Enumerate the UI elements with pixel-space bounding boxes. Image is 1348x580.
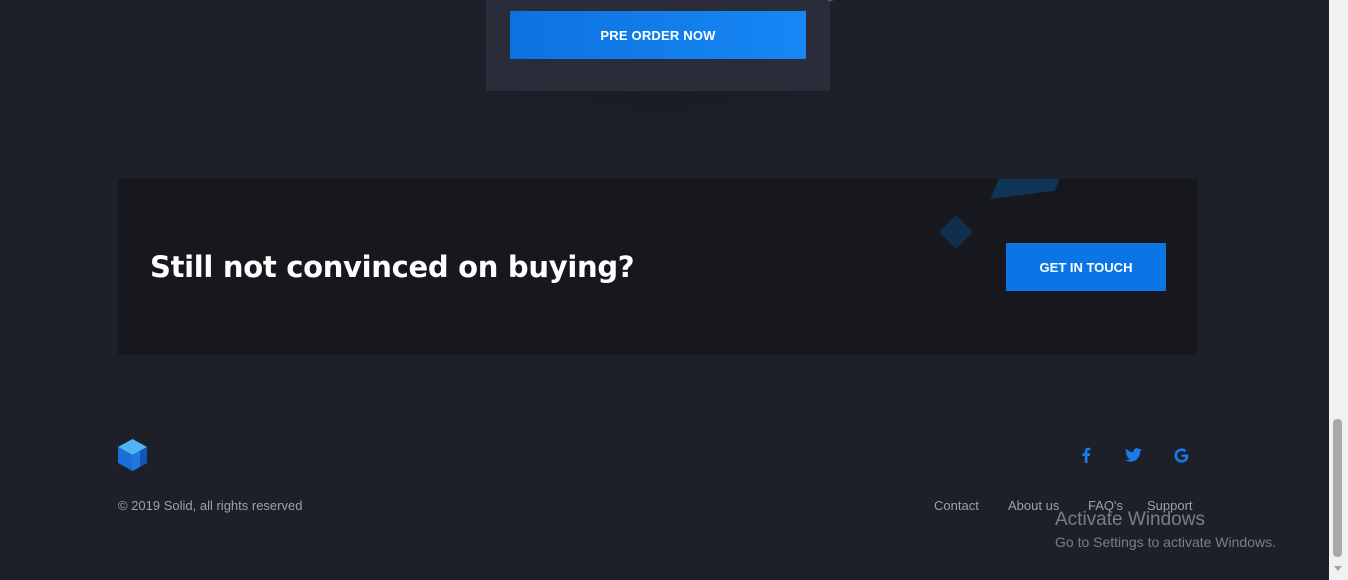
decorative-shape [990, 179, 1066, 200]
facebook-icon[interactable] [1077, 446, 1095, 464]
get-in-touch-button[interactable]: GET IN TOUCH [1006, 243, 1166, 291]
scroll-down-arrow-icon[interactable] [1334, 566, 1342, 571]
copyright-text: © 2019 Solid, all rights reserved [118, 498, 303, 513]
hexagon-cube-logo-icon[interactable] [118, 439, 147, 471]
activate-windows-title: Activate Windows [1055, 509, 1205, 530]
activate-windows-subtitle: Go to Settings to activate Windows. [1055, 534, 1276, 550]
decorative-diamond [939, 215, 973, 249]
footer-link-about[interactable]: About us [1008, 498, 1059, 514]
google-icon[interactable] [1172, 446, 1190, 464]
cta-banner: Still not convinced on buying? GET IN TO… [118, 179, 1198, 355]
pre-order-button[interactable]: PRE ORDER NOW [510, 11, 806, 59]
twitter-icon[interactable] [1124, 446, 1142, 464]
footer-link-contact[interactable]: Contact [934, 498, 979, 514]
page: PRE ORDER NOW Still not convinced on buy… [0, 0, 1348, 580]
scrollbar-thumb[interactable] [1333, 419, 1342, 557]
cta-title: Still not convinced on buying? [150, 250, 635, 284]
